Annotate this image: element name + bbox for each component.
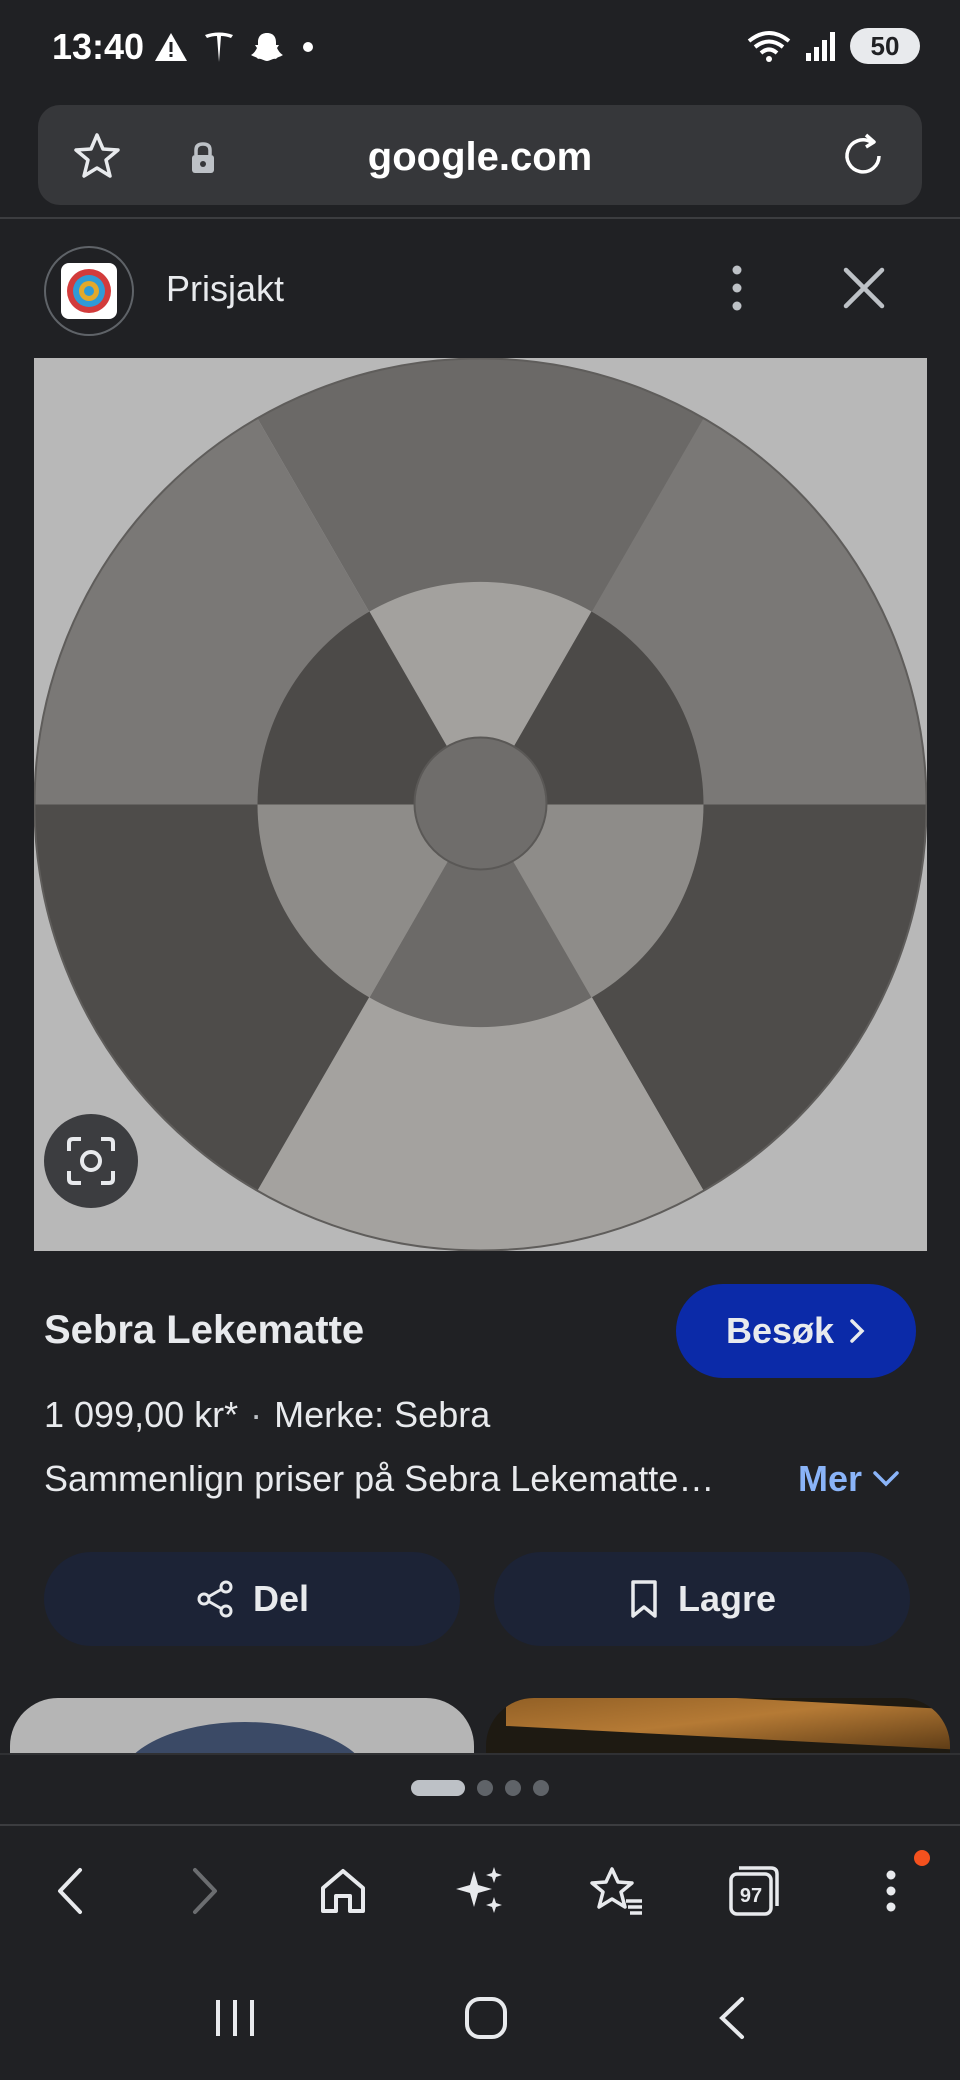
share-icon [197, 1580, 233, 1618]
more-options-icon[interactable] [722, 260, 752, 316]
save-button[interactable]: Lagre [494, 1552, 910, 1646]
reload-icon[interactable] [838, 131, 888, 181]
source-name[interactable]: Prisjakt [166, 268, 284, 310]
product-description: Sammenlign priser på Sebra Lekematte… [44, 1458, 715, 1499]
forward-button[interactable] [161, 1846, 251, 1936]
chevron-down-icon [873, 1471, 899, 1487]
wifi-icon [747, 31, 791, 62]
bookmarks-button[interactable] [572, 1846, 662, 1936]
tabs-button[interactable]: 97 [709, 1846, 799, 1936]
signal-icon [806, 32, 835, 61]
divider [0, 217, 960, 219]
menu-button[interactable] [846, 1846, 936, 1936]
source-favicon[interactable] [44, 246, 134, 336]
notification-dot [914, 1850, 931, 1866]
meta-separator: · [250, 1394, 263, 1435]
google-lens-button[interactable] [44, 1114, 138, 1208]
home-button[interactable] [298, 1846, 388, 1936]
divider [0, 1753, 960, 1755]
prisjakt-logo-icon [61, 263, 117, 319]
back-icon [57, 1868, 82, 1914]
url-text[interactable]: google.com [38, 135, 922, 180]
sparkle-icon [455, 1867, 502, 1913]
bookmark-icon [631, 1580, 657, 1618]
status-bar: 13:40 50 [0, 0, 960, 100]
recent-apps-icon[interactable] [212, 1996, 258, 2040]
system-nav-bar [0, 1956, 960, 2080]
share-button[interactable]: Del [44, 1552, 460, 1646]
visit-button-label: Besøk [725, 1310, 835, 1351]
status-icons-left [154, 30, 318, 64]
page-dot-active [411, 1780, 465, 1796]
page-dot [505, 1780, 521, 1796]
tabs-icon: 97 [729, 1866, 780, 1916]
thumbnail-image [506, 1698, 950, 1751]
page-dot [533, 1780, 549, 1796]
snapchat-icon [251, 33, 283, 61]
bookmark-star-icon [590, 1867, 643, 1915]
tesla-icon [205, 32, 233, 62]
related-thumbnails [0, 1698, 960, 1754]
close-icon[interactable] [840, 264, 888, 312]
browser-toolbar: 97 [0, 1826, 960, 1956]
tab-count: 97 [740, 1885, 762, 1907]
battery-level: 50 [870, 30, 900, 61]
more-label: Mer [798, 1458, 863, 1499]
page-dot [477, 1780, 493, 1796]
more-button[interactable]: Mer [798, 1458, 900, 1500]
lens-icon [67, 1137, 115, 1185]
visit-button[interactable]: Besøk [676, 1284, 916, 1378]
home-nav-icon[interactable] [463, 1995, 509, 2041]
ai-button[interactable] [435, 1846, 525, 1936]
home-icon [320, 1869, 365, 1913]
status-icons-right: 50 [746, 28, 920, 64]
related-thumbnail[interactable] [10, 1698, 474, 1754]
product-title[interactable]: Sebra Lekematte [44, 1308, 364, 1353]
back-nav-icon[interactable] [714, 1995, 748, 2041]
warning-icon [155, 33, 187, 61]
forward-icon [192, 1868, 217, 1914]
product-brand: Merke: Sebra [274, 1394, 491, 1435]
url-bar[interactable]: google.com [38, 105, 922, 205]
dot-icon [303, 42, 313, 52]
status-time: 13:40 [52, 26, 145, 67]
chevron-right-icon [850, 1319, 865, 1343]
battery-indicator: 50 [850, 28, 920, 64]
page-indicator [0, 1780, 960, 1796]
save-label: Lagre [677, 1578, 777, 1619]
product-price: 1 099,00 kr* [44, 1394, 239, 1435]
product-image[interactable] [34, 358, 927, 1251]
share-label: Del [252, 1578, 310, 1619]
thumbnail-image [120, 1722, 370, 1754]
play-mat-image [34, 358, 927, 1251]
related-thumbnail[interactable] [486, 1698, 950, 1754]
product-meta: 1 099,00 kr* · Merke: Sebra [44, 1394, 490, 1436]
back-button[interactable] [24, 1846, 114, 1936]
more-icon [886, 1870, 896, 1912]
